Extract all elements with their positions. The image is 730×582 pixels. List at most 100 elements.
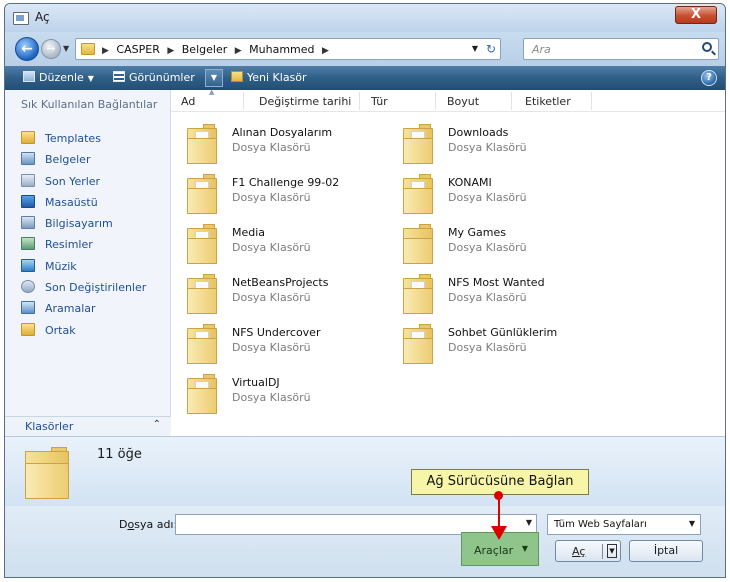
open-button[interactable]: Aç ▼	[555, 540, 621, 562]
favorite-links-header: Sık Kullanılan Bağlantılar	[21, 98, 158, 111]
folder-type: Dosya Klasörü	[232, 241, 311, 254]
nav-item-templates[interactable]: Templates	[21, 130, 146, 151]
breadcrumb-item[interactable]: Muhammed	[249, 43, 314, 56]
open-options-dropdown[interactable]: ▼	[607, 544, 617, 558]
nav-item-recent-places[interactable]: Son Yerler	[21, 173, 146, 194]
folder-icon	[185, 372, 219, 416]
forward-button[interactable]: →	[41, 39, 61, 59]
folder-item[interactable]: NetBeansProjects Dosya Klasörü	[185, 272, 395, 318]
navigation-pane: Sık Kullanılan Bağlantılar Templates Bel…	[5, 90, 171, 436]
folder-item[interactable]: Downloads Dosya Klasörü	[401, 122, 611, 168]
nav-item-label: Aramalar	[45, 302, 96, 316]
music-icon	[21, 258, 35, 272]
command-toolbar: Düzenle ▼ Görünümler ▼ Yeni Klasör ?	[5, 66, 725, 90]
sort-ascending-icon: ▲	[209, 88, 215, 96]
chevron-right-icon[interactable]: ▶	[167, 46, 174, 56]
refresh-icon[interactable]: ↻	[486, 42, 496, 56]
folder-icon	[185, 272, 219, 316]
split-divider	[602, 544, 603, 559]
column-divider[interactable]	[243, 92, 244, 110]
folder-item[interactable]: Sohbet Günlüklerim Dosya Klasörü	[401, 322, 611, 368]
chevron-right-icon[interactable]: ▶	[235, 46, 242, 56]
column-divider[interactable]	[591, 92, 592, 110]
search-icon[interactable]	[702, 42, 712, 52]
views-icon	[113, 71, 125, 82]
column-header-date-modified[interactable]: Değiştirme tarihi	[259, 95, 351, 108]
breadcrumb-item[interactable]: Belgeler	[182, 43, 227, 56]
folder-icon	[185, 122, 219, 166]
chevron-right-icon[interactable]: ▶	[102, 46, 109, 56]
chevron-right-icon[interactable]: ▶	[322, 46, 329, 56]
breadcrumb-item[interactable]: CASPER	[116, 43, 159, 56]
folder-type: Dosya Klasörü	[448, 141, 527, 154]
column-header-size[interactable]: Boyut	[447, 95, 479, 108]
help-icon[interactable]: ?	[701, 70, 717, 86]
pictures-icon	[21, 237, 35, 251]
column-header-name[interactable]: Ad	[181, 95, 195, 108]
folder-item[interactable]: Media Dosya Klasörü	[185, 222, 395, 268]
folder-icon	[401, 322, 435, 366]
close-button[interactable]: X	[675, 6, 717, 24]
views-button[interactable]: Görünümler	[113, 70, 195, 87]
file-type-select[interactable]: Tüm Web Sayfaları ▼	[547, 514, 701, 535]
column-divider[interactable]	[435, 92, 436, 110]
organize-icon	[23, 71, 35, 82]
chevron-down-icon[interactable]: ▼	[526, 518, 532, 527]
callout-line	[498, 495, 500, 529]
folder-name: NetBeansProjects	[232, 276, 329, 289]
item-count: 11 öğe	[97, 447, 142, 462]
open-label: Aç	[572, 545, 586, 558]
folder-item[interactable]: VirtualDJ Dosya Klasörü	[185, 372, 395, 418]
nav-item-label: Masaüstü	[45, 195, 98, 209]
nav-item-recently-changed[interactable]: Son Değiştirilenler	[21, 279, 146, 300]
address-bar[interactable]: ▶ CASPER ▶ Belgeler ▶ Muhammed ▶ ▼ ↻	[75, 38, 501, 60]
nav-item-computer[interactable]: Bilgisayarım	[21, 215, 146, 236]
folder-type: Dosya Klasörü	[448, 341, 527, 354]
folder-name: My Games	[448, 226, 506, 239]
search-placeholder: Ara	[532, 43, 551, 56]
folder-icon	[21, 131, 35, 144]
back-button[interactable]: ←	[15, 37, 39, 61]
folder-item[interactable]: Alınan Dosyalarım Dosya Klasörü	[185, 122, 395, 168]
folder-icon	[401, 122, 435, 166]
address-dropdown[interactable]: ▼	[472, 44, 478, 53]
folder-type: Dosya Klasörü	[232, 341, 311, 354]
cancel-button[interactable]: İptal	[629, 540, 703, 562]
folder-item[interactable]: NFS Most Wanted Dosya Klasörü	[401, 272, 611, 318]
folder-icon	[185, 172, 219, 216]
computer-icon	[21, 216, 35, 230]
callout-arrow-icon	[491, 526, 507, 540]
column-header-type[interactable]: Tür	[371, 95, 388, 108]
folder-icon	[401, 172, 435, 216]
nav-item-label: Templates	[45, 132, 101, 145]
nav-item-pictures[interactable]: Resimler	[21, 236, 146, 257]
search-input[interactable]: Ara	[523, 38, 719, 60]
desktop-icon	[21, 194, 35, 208]
folder-name: Downloads	[448, 126, 509, 139]
nav-item-desktop[interactable]: Masaüstü	[21, 194, 146, 215]
new-folder-button[interactable]: Yeni Klasör	[231, 70, 307, 87]
folder-type: Dosya Klasörü	[448, 191, 527, 204]
folder-type: Dosya Klasörü	[232, 141, 311, 154]
folders-toggle[interactable]: Klasörler ⌃	[5, 416, 171, 436]
folder-type: Dosya Klasörü	[232, 391, 311, 404]
recent-pages-dropdown[interactable]: ▼	[63, 44, 69, 53]
folder-name: KONAMI	[448, 176, 492, 189]
folder-name: F1 Challenge 99-02	[232, 176, 340, 189]
nav-item-public[interactable]: Ortak	[21, 322, 146, 343]
column-divider[interactable]	[359, 92, 360, 110]
column-divider[interactable]	[511, 92, 512, 110]
organize-button[interactable]: Düzenle ▼	[23, 70, 94, 87]
nav-item-music[interactable]: Müzik	[21, 258, 146, 279]
nav-item-searches[interactable]: Aramalar	[21, 300, 146, 321]
folder-item[interactable]: NFS Undercover Dosya Klasörü	[185, 322, 395, 368]
folder-item[interactable]: KONAMI Dosya Klasörü	[401, 172, 611, 218]
folder-item[interactable]: F1 Challenge 99-02 Dosya Klasörü	[185, 172, 395, 218]
nav-item-documents[interactable]: Belgeler	[21, 151, 146, 172]
nav-item-label: Belgeler	[45, 153, 91, 167]
folder-item[interactable]: My Games Dosya Klasörü	[401, 222, 611, 268]
column-header-tags[interactable]: Etiketler	[525, 95, 571, 108]
folder-name: Media	[232, 226, 266, 239]
views-dropdown[interactable]: ▼	[205, 69, 223, 87]
title-bar[interactable]: Aç X	[5, 4, 725, 32]
